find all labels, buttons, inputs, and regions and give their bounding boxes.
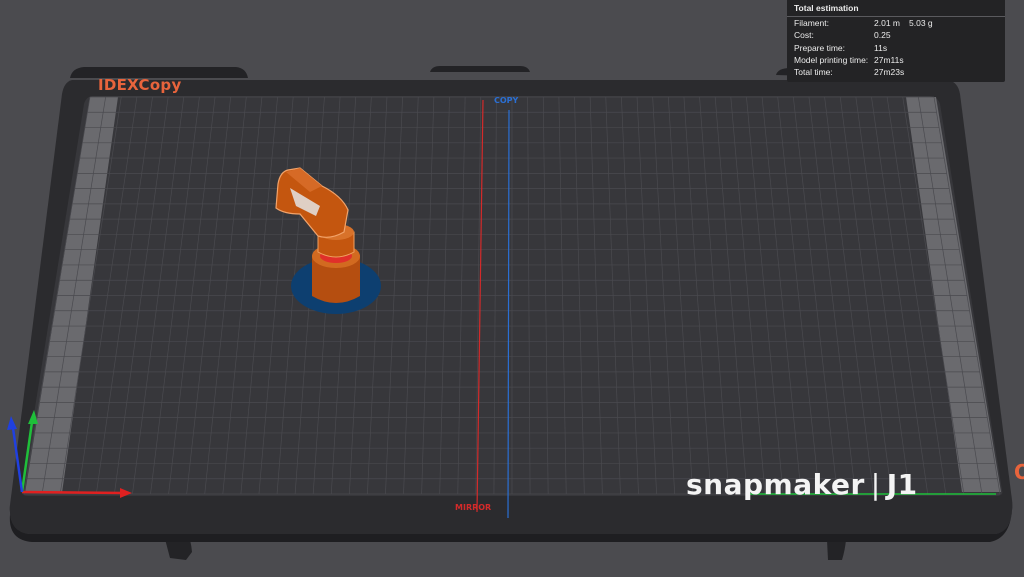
row-value: 27m11s — [874, 54, 904, 65]
brand-model: J1 — [886, 468, 918, 501]
row-value: 0.25 — [874, 30, 891, 41]
brand-name: snapmaker — [686, 468, 865, 501]
row-label: Filament: — [794, 18, 829, 28]
row-value: 27m23s — [874, 67, 905, 78]
estimation-row-total-time: Total time: 27m23s — [787, 66, 1005, 78]
estimation-row-prepare-time: Prepare time: 11s — [787, 42, 1005, 54]
row-value: 11s — [874, 42, 888, 53]
brand-divider: | — [870, 468, 881, 501]
edge-glyph: O — [1014, 460, 1024, 484]
brand-logo: snapmaker | J1 — [686, 468, 918, 501]
row-label: Total time: — [794, 67, 833, 78]
mirror-label: MIRROR — [455, 503, 492, 512]
copy-label: COPY — [494, 96, 519, 105]
estimation-title: Total estimation — [787, 0, 1005, 17]
estimation-row-cost: Cost: 0.25 — [787, 29, 1005, 41]
estimation-row-filament: Filament: 2.01 m 5.03 g — [787, 17, 1005, 29]
row-value-weight: 5.03 g — [909, 18, 933, 28]
estimation-panel: Total estimation Filament: 2.01 m 5.03 g… — [787, 0, 1005, 82]
row-label: Prepare time: — [794, 42, 846, 53]
row-label: Model printing time: — [794, 54, 869, 65]
plate-mode-label: IDEXCopy — [98, 76, 182, 94]
row-label: Cost: — [794, 30, 814, 41]
row-value: 2.01 m — [874, 18, 900, 28]
estimation-row-model-printing-time: Model printing time: 27m11s — [787, 54, 1005, 66]
